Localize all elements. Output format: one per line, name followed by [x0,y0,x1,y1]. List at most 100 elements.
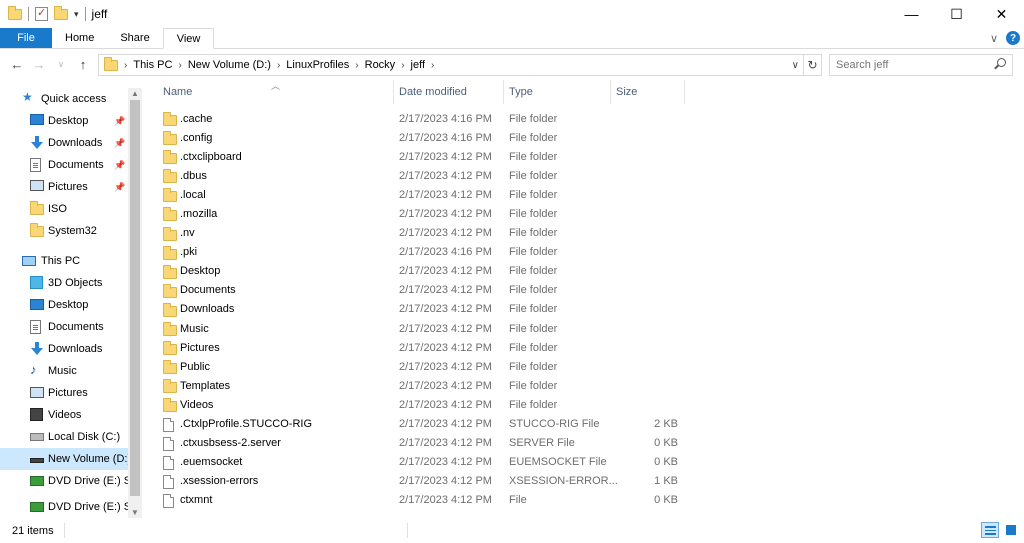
file-name: ctxmnt [180,494,213,507]
scroll-down-icon[interactable]: ▼ [131,508,139,517]
nav-item-dvd-drive-e[interactable]: DVD Drive (E:) SS [0,470,142,492]
maximize-button[interactable]: ☐ [934,0,979,28]
search-box[interactable] [829,54,1013,76]
properties-icon[interactable] [35,6,48,21]
file-row[interactable]: .pki 2/17/2023 4:16 PM File folder [158,243,688,262]
file-row[interactable]: .CtxlpProfile.STUCCO-RIG 2/17/2023 4:12 P… [158,415,688,434]
details-view-button[interactable] [981,522,999,538]
file-row[interactable]: .ctxusbsess-2.server 2/17/2023 4:12 PM SER… [158,434,688,453]
file-row[interactable]: .euemsocket 2/17/2023 4:12 PM EUEMSOCKET F… [158,453,688,472]
nav-item-local-disk-c[interactable]: Local Disk (C:) [0,426,142,448]
folder-icon [163,245,177,260]
search-icon[interactable] [997,58,1006,67]
scroll-up-icon[interactable]: ▲ [131,89,139,98]
divider [84,7,86,21]
up-arrow-icon[interactable]: ↑ [72,57,94,72]
file-row[interactable]: Desktop 2/17/2023 4:12 PM File folder [158,262,688,281]
nav-item-dvd-drive-e-2[interactable]: DVD Drive (E:) SSS [0,496,142,518]
pin-icon: 📌 [114,115,126,126]
breadcrumb-this-pc[interactable]: This PC [133,59,172,71]
tab-view[interactable]: View [162,28,215,49]
file-row[interactable]: Pictures 2/17/2023 4:12 PM File folder [158,338,688,357]
address-bar[interactable]: › This PC › New Volume (D:) › LinuxProfi… [98,54,804,76]
file-row[interactable]: Music 2/17/2023 4:12 PM File folder [158,319,688,338]
column-header-name[interactable]: Name [158,80,394,104]
breadcrumb-chevron-icon[interactable]: › [277,60,280,71]
file-row[interactable]: .mozilla 2/17/2023 4:12 PM File folder [158,204,688,223]
nav-item-music[interactable]: ♪ Music [0,360,142,382]
file-type: File [509,494,527,507]
nav-item-pc-downloads[interactable]: Downloads [0,338,142,360]
nav-item-iso[interactable]: ISO [0,198,142,220]
file-row[interactable]: .xsession-errors 2/17/2023 4:12 PM XSESSIO… [158,472,688,491]
column-header-date-modified[interactable]: Date modified [394,80,504,104]
nav-quick-access[interactable]: ★ Quick access [0,88,142,110]
breadcrumb-jeff[interactable]: jeff [411,59,425,71]
column-header-size[interactable]: Size [611,80,685,104]
nav-item-new-volume-d[interactable]: New Volume (D:) [0,448,142,470]
nav-item-3d-objects[interactable]: 3D Objects [0,272,142,294]
address-history-chevron-icon[interactable]: ∨ [792,60,799,71]
customize-toolbar-chevron-icon[interactable]: ▾ [74,9,79,20]
nav-item-videos[interactable]: Videos [0,404,142,426]
folder-icon [163,360,177,375]
file-row[interactable]: .ctxclipboard 2/17/2023 4:12 PM File folde… [158,147,688,166]
file-date-modified: 2/17/2023 4:12 PM [399,150,492,163]
folder-icon[interactable] [8,5,22,20]
breadcrumb-rocky[interactable]: Rocky [365,59,396,71]
breadcrumb-chevron-icon[interactable]: › [124,60,127,71]
breadcrumb-chevron-icon[interactable]: › [355,60,358,71]
breadcrumb-new-volume[interactable]: New Volume (D:) [188,59,271,71]
file-row[interactable]: .cache 2/17/2023 4:16 PM File folder [158,109,688,128]
tab-share[interactable]: Share [107,28,162,48]
file-row[interactable]: Public 2/17/2023 4:12 PM File folder [158,357,688,376]
nav-item-pc-pictures[interactable]: Pictures [0,382,142,404]
scrollbar-thumb[interactable] [130,100,140,496]
videos-icon [30,408,43,421]
nav-label: Documents [48,321,104,333]
nav-item-documents[interactable]: Documents 📌 [0,154,142,176]
file-row[interactable]: .config 2/17/2023 4:16 PM File folder [158,128,688,147]
tab-file[interactable]: File [0,28,52,48]
breadcrumb-chevron-icon[interactable]: › [401,60,404,71]
breadcrumb-linuxprofiles[interactable]: LinuxProfiles [286,59,349,71]
breadcrumb-chevron-icon[interactable]: › [431,60,434,71]
help-icon[interactable]: ? [1006,31,1020,45]
music-icon: ♪ [30,362,37,377]
new-folder-icon[interactable] [54,5,68,20]
breadcrumb-chevron-icon[interactable]: › [178,60,181,71]
file-name: Videos [180,398,214,411]
file-row[interactable]: Templates 2/17/2023 4:12 PM File folder [158,376,688,395]
nav-item-desktop[interactable]: Desktop 📌 [0,110,142,132]
file-row[interactable]: ctxmnt 2/17/2023 4:12 PM File 0 KB [158,491,688,510]
file-row[interactable]: .nv 2/17/2023 4:12 PM File folder [158,224,688,243]
file-row[interactable]: Documents 2/17/2023 4:12 PM File folder [158,281,688,300]
expand-ribbon-chevron-icon[interactable]: ∨ [990,32,998,45]
nav-pane-scrollbar[interactable]: ▲ ▼ [128,88,142,518]
nav-item-pc-documents[interactable]: Documents [0,316,142,338]
file-row[interactable]: Videos 2/17/2023 4:12 PM File folder [158,395,688,414]
file-name: Music [180,322,209,335]
tab-home[interactable]: Home [52,28,107,48]
recent-locations-chevron-icon[interactable]: ∨ [50,59,72,70]
nav-item-pictures[interactable]: Pictures 📌 [0,176,142,198]
forward-arrow-icon[interactable]: → [28,57,50,72]
column-header-type[interactable]: Type [504,80,611,104]
nav-item-downloads[interactable]: Downloads 📌 [0,132,142,154]
file-type: File folder [509,265,558,278]
close-button[interactable]: ✕ [979,0,1024,28]
nav-item-system32[interactable]: System32 [0,220,142,242]
back-arrow-icon[interactable]: ← [6,57,28,72]
refresh-button[interactable]: ↻ [804,54,822,76]
documents-icon [30,320,41,334]
file-row[interactable]: .local 2/17/2023 4:12 PM File folder [158,185,688,204]
nav-this-pc[interactable]: This PC [0,250,142,272]
search-input[interactable] [836,59,986,71]
file-row[interactable]: Downloads 2/17/2023 4:12 PM File folder [158,300,688,319]
nav-item-pc-desktop[interactable]: Desktop [0,294,142,316]
minimize-button[interactable]: — [889,0,934,28]
file-row[interactable]: .dbus 2/17/2023 4:12 PM File folder [158,166,688,185]
pictures-icon [30,387,44,398]
divider [407,523,408,538]
large-icons-view-button[interactable] [1002,522,1020,538]
